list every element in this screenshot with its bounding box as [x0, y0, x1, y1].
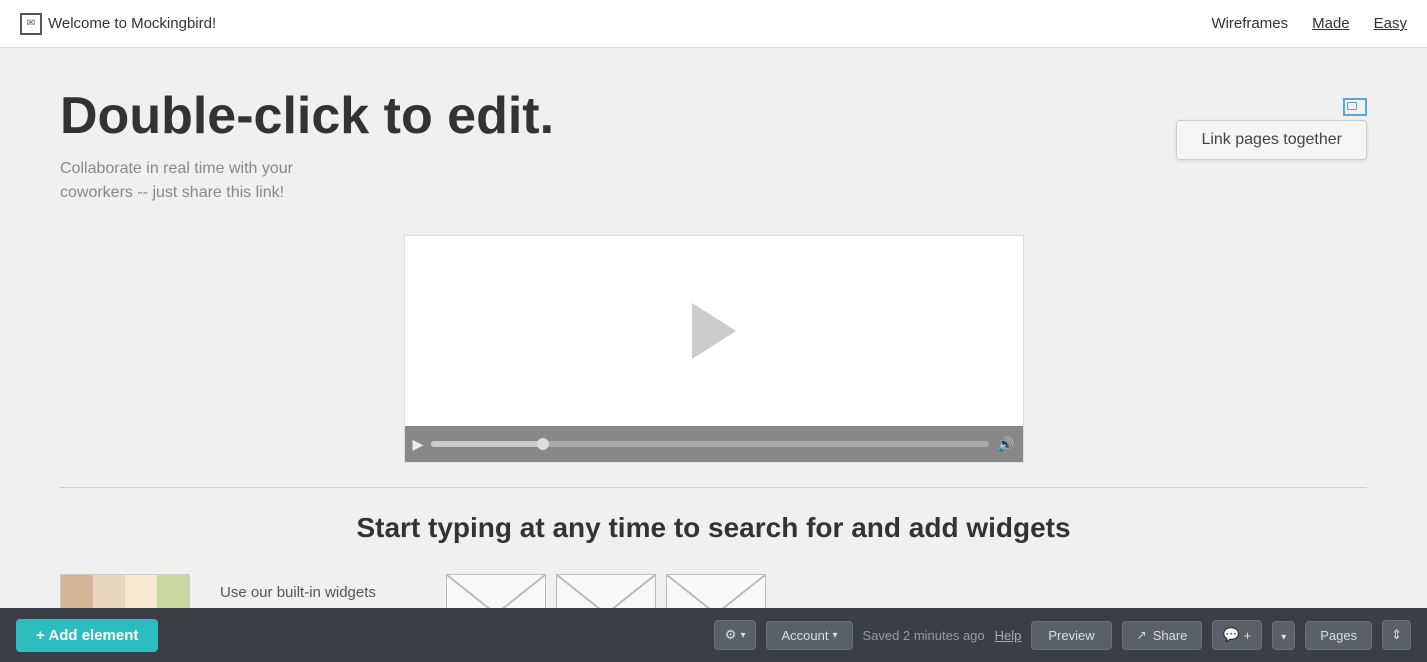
account-button[interactable]: Account ▾ — [766, 621, 852, 650]
widget-icon-1 — [446, 574, 546, 608]
hero-heading: Double-click to edit. — [60, 88, 554, 145]
nav-easy[interactable]: Easy — [1374, 15, 1407, 32]
bottom-bar: + Add element ⚙ ▾ Account ▾ Saved 2 minu… — [0, 608, 1427, 662]
widgets-label: Use our built-in widgets — [220, 574, 376, 601]
hero-subtext: Collaborate in real time with your cowor… — [60, 157, 554, 205]
comment-button[interactable]: 💬 + — [1212, 620, 1262, 650]
search-heading: Start typing at any time to search for a… — [60, 512, 1367, 544]
link-pages-button[interactable]: Link pages together — [1176, 120, 1367, 160]
preview-button[interactable]: Preview — [1031, 621, 1111, 650]
gear-button[interactable]: ⚙ ▾ — [714, 620, 757, 650]
widget-col-2 — [93, 575, 125, 608]
hero-text: Double-click to edit. Collaborate in rea… — [60, 88, 554, 205]
video-screen[interactable] — [405, 236, 1023, 426]
widget-preview — [60, 574, 190, 608]
progress-track[interactable] — [431, 441, 989, 447]
saved-status: Saved 2 minutes ago — [863, 628, 985, 643]
nav-links: Wireframes Made Easy — [1211, 15, 1407, 32]
video-container: ▶ 🔊 — [404, 235, 1024, 463]
widget-icon-2 — [556, 574, 656, 608]
divider — [60, 487, 1367, 488]
nav-wireframes[interactable]: Wireframes — [1211, 15, 1288, 32]
widget-col-3 — [125, 575, 157, 608]
comment-split-button[interactable]: ▾ — [1272, 621, 1295, 650]
main-content: Double-click to edit. Collaborate in rea… — [0, 48, 1427, 608]
widgets-section: Use our built-in widgets — [60, 574, 1367, 608]
gear-icon: ⚙ — [725, 627, 737, 643]
play-control-button[interactable]: ▶ — [413, 436, 424, 453]
play-button[interactable] — [692, 303, 736, 359]
top-nav: ✉ Welcome to Mockingbird! Wireframes Mad… — [0, 0, 1427, 48]
comment-icon: 💬 — [1223, 627, 1239, 643]
logo-text: Welcome to Mockingbird! — [48, 15, 216, 32]
account-label: Account — [781, 628, 828, 643]
share-label: Share — [1153, 628, 1188, 643]
progress-thumb — [537, 438, 549, 450]
account-caret-icon: ▾ — [832, 630, 837, 641]
hero-section: Double-click to edit. Collaborate in rea… — [60, 88, 1367, 205]
pages-expand-icon: ⇕ — [1391, 627, 1402, 642]
link-pages-area: Link pages together — [1176, 98, 1367, 160]
add-element-button[interactable]: + Add element — [16, 619, 158, 652]
search-section: Start typing at any time to search for a… — [60, 512, 1367, 544]
help-link[interactable]: Help — [995, 628, 1022, 643]
progress-fill — [431, 441, 543, 447]
share-icon: ↗ — [1137, 628, 1147, 642]
volume-icon[interactable]: 🔊 — [997, 436, 1014, 453]
comment-caret-icon: ▾ — [1281, 632, 1286, 643]
video-controls: ▶ 🔊 — [405, 426, 1023, 462]
share-button[interactable]: ↗ Share — [1122, 621, 1203, 650]
widget-icons — [446, 574, 766, 608]
widget-col-4 — [157, 575, 189, 608]
widget-icon-3 — [666, 574, 766, 608]
logo-icon: ✉ — [20, 13, 42, 35]
link-pages-icon — [1343, 98, 1367, 116]
gear-caret-icon: ▾ — [740, 630, 745, 641]
nav-made[interactable]: Made — [1312, 15, 1350, 32]
pages-button[interactable]: Pages — [1305, 621, 1372, 650]
comment-plus: + — [1244, 628, 1252, 643]
widget-col-1 — [61, 575, 93, 608]
pages-expand-button[interactable]: ⇕ — [1382, 620, 1411, 650]
logo-area: ✉ Welcome to Mockingbird! — [20, 13, 1211, 35]
